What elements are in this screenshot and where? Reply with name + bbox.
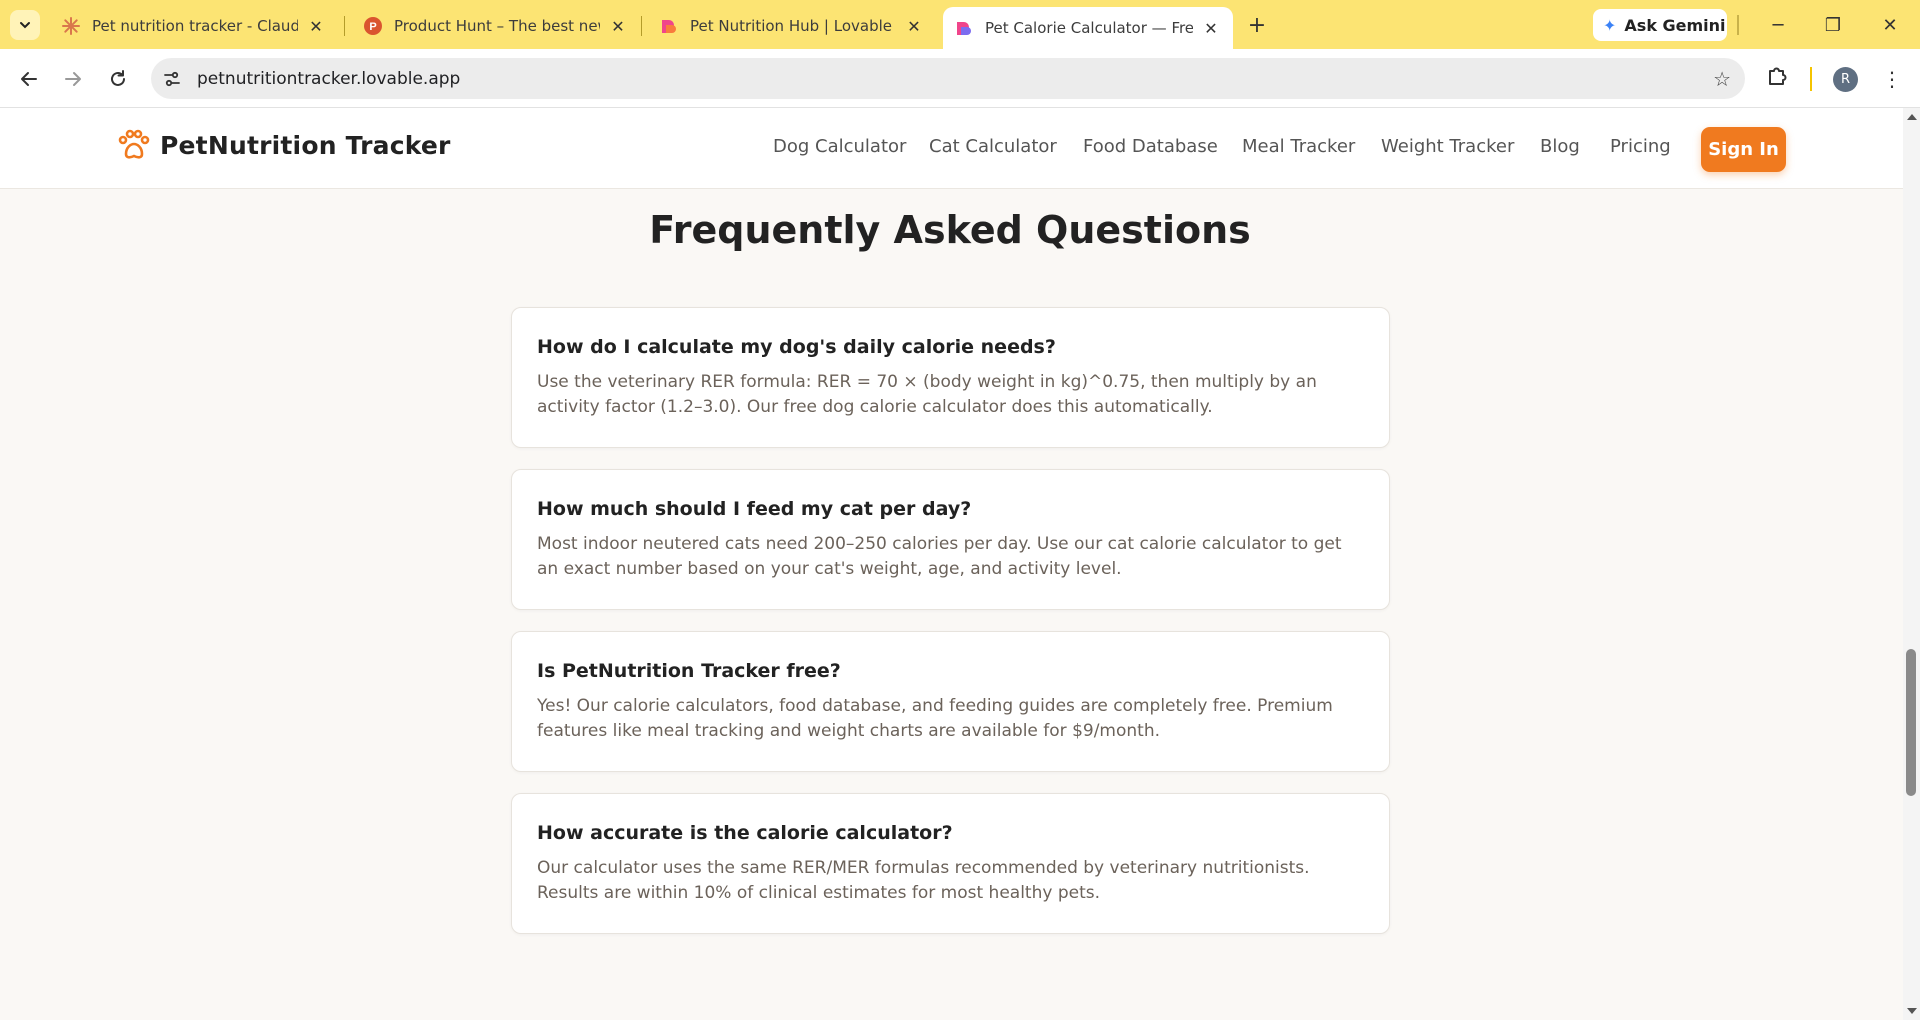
tab-title: Pet Nutrition Hub | Lovable: [690, 17, 892, 35]
reload-button[interactable]: [103, 64, 133, 94]
close-tab-icon[interactable]: ✕: [1201, 18, 1221, 38]
nav-meal-tracker[interactable]: Meal Tracker: [1242, 136, 1355, 157]
faq-question: How much should I feed my cat per day?: [537, 498, 972, 520]
tab-divider: [641, 16, 642, 36]
sign-in-button[interactable]: Sign In: [1701, 127, 1786, 172]
extensions-icon[interactable]: [1766, 63, 1790, 91]
tab-pet-calorie-calculator[interactable]: Pet Calorie Calculator — Free Dog & Cat …: [943, 7, 1233, 49]
faq-item: How accurate is the calorie calculator? …: [511, 793, 1390, 934]
nav-dog-calculator[interactable]: Dog Calculator: [773, 136, 906, 157]
svg-text:P: P: [369, 21, 376, 33]
nav-blog[interactable]: Blog: [1540, 136, 1580, 157]
tab-divider: [344, 16, 345, 36]
faq-question: How do I calculate my dog's daily calori…: [537, 336, 1056, 358]
nav-weight-tracker[interactable]: Weight Tracker: [1381, 136, 1514, 157]
profile-avatar[interactable]: R: [1833, 67, 1858, 92]
browser-tab-strip: Pet nutrition tracker - Claude ✕ P Produ…: [0, 0, 1920, 49]
url-text: petnutritiontracker.lovable.app: [197, 68, 461, 89]
site-info-icon[interactable]: [155, 62, 189, 96]
address-bar[interactable]: petnutritiontracker.lovable.app ☆: [151, 58, 1745, 99]
faq-answer: Yes! Our calorie calculators, food datab…: [537, 696, 1333, 741]
browser-menu-icon[interactable]: ⋮: [1882, 64, 1902, 94]
faq-answer: Most indoor neutered cats need 200–250 c…: [537, 534, 1342, 579]
forward-button[interactable]: [58, 64, 88, 94]
tab-lovable-hub[interactable]: Pet Nutrition Hub | Lovable ✕: [648, 7, 936, 45]
close-tab-icon[interactable]: ✕: [608, 16, 628, 36]
close-tab-icon[interactable]: ✕: [904, 16, 924, 36]
tab-claude[interactable]: Pet nutrition tracker - Claude ✕: [50, 7, 338, 45]
minimize-button[interactable]: ─: [1758, 10, 1798, 40]
lovable-icon: [660, 17, 678, 35]
brand-logo[interactable]: PetNutrition Tracker: [116, 128, 451, 162]
arrow-left-icon: [21, 72, 37, 86]
tab-search-button[interactable]: [10, 10, 40, 40]
chevron-down-icon: [20, 22, 30, 29]
close-tab-icon[interactable]: ✕: [306, 16, 326, 36]
tab-title: Pet nutrition tracker - Claude: [92, 17, 298, 35]
browser-toolbar: petnutritiontracker.lovable.app ☆: [0, 49, 1920, 108]
faq-answer: Use the veterinary RER formula: RER = 70…: [537, 372, 1317, 417]
nav-cat-calculator[interactable]: Cat Calculator: [929, 136, 1057, 157]
faq-item: Is PetNutrition Tracker free? Yes! Our c…: [511, 631, 1390, 772]
nav-food-database[interactable]: Food Database: [1083, 136, 1218, 157]
brand-name: PetNutrition Tracker: [160, 130, 451, 160]
tab-title: Pet Calorie Calculator — Free Dog & Cat: [985, 19, 1193, 37]
faq-item: How much should I feed my cat per day? M…: [511, 469, 1390, 610]
faq-item: How do I calculate my dog's daily calori…: [511, 307, 1390, 448]
ask-gemini-label: Ask Gemini: [1624, 15, 1726, 35]
tab-product-hunt[interactable]: P Product Hunt – The best new products ✕: [352, 7, 640, 45]
divider: [1737, 15, 1739, 35]
back-button[interactable]: [14, 64, 44, 94]
close-window-button[interactable]: ✕: [1870, 10, 1910, 40]
faq-question: How accurate is the calorie calculator?: [537, 822, 953, 844]
new-tab-button[interactable]: +: [1243, 11, 1271, 39]
lovable-icon: [955, 19, 973, 37]
paw-logo-icon: [118, 129, 150, 159]
arrow-right-icon: [65, 72, 81, 86]
reload-icon: [111, 70, 125, 86]
page-viewport: PetNutrition Tracker Dog Calculator Cat …: [0, 108, 1903, 1020]
nav-pricing[interactable]: Pricing: [1610, 136, 1671, 157]
faq-answer: Our calculator uses the same RER/MER for…: [537, 858, 1310, 903]
scroll-down-arrow-icon[interactable]: [1907, 1008, 1917, 1014]
claude-icon: [62, 17, 80, 35]
product-hunt-icon: P: [364, 17, 382, 35]
site-header: PetNutrition Tracker Dog Calculator Cat …: [0, 108, 1903, 189]
ask-gemini-button[interactable]: ✦ Ask Gemini: [1593, 9, 1727, 41]
faq-question: Is PetNutrition Tracker free?: [537, 660, 841, 682]
scroll-up-arrow-icon[interactable]: [1907, 114, 1917, 120]
page-scrollbar[interactable]: [1903, 108, 1920, 1020]
bookmark-star-icon[interactable]: ☆: [1713, 67, 1731, 91]
restore-button[interactable]: ❐: [1813, 10, 1853, 40]
scrollbar-thumb[interactable]: [1906, 649, 1916, 796]
gemini-icon: ✦: [1603, 15, 1617, 35]
tab-title: Product Hunt – The best new products: [394, 17, 600, 35]
divider: [1810, 67, 1812, 91]
faq-heading: Frequently Asked Questions: [649, 208, 1251, 252]
